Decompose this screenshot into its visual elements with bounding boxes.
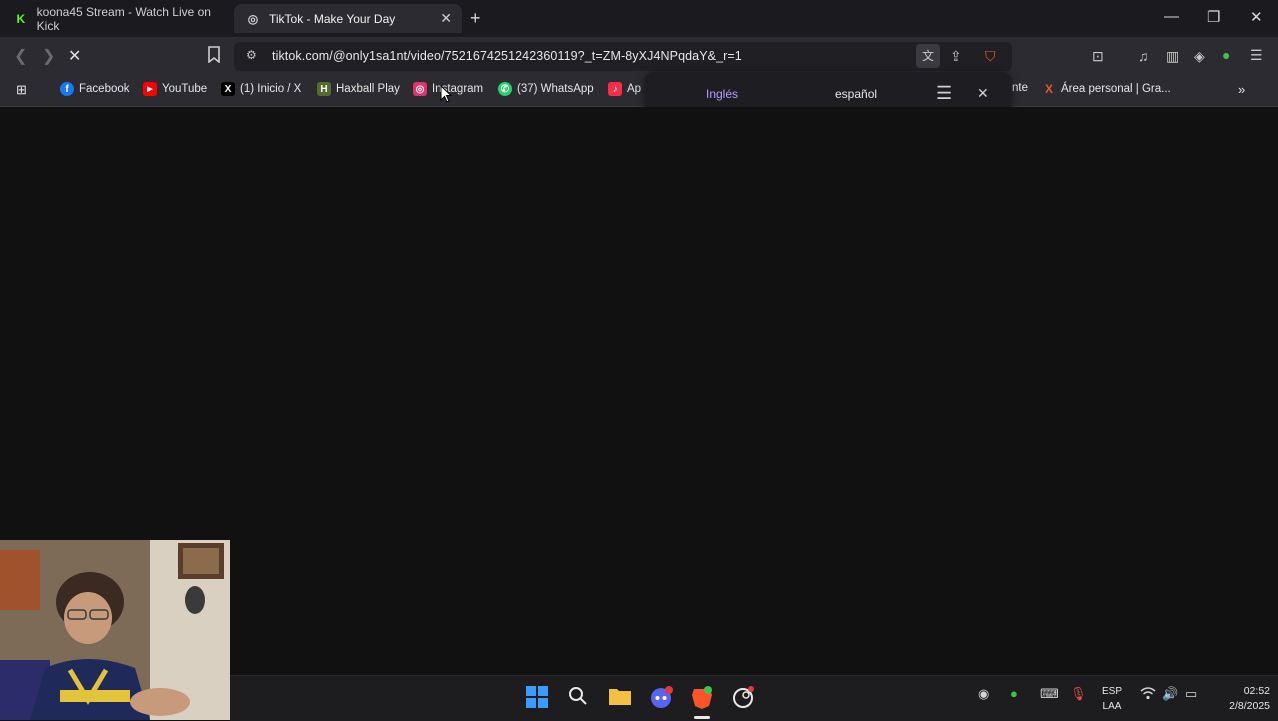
source-language-tab[interactable]: Inglés	[706, 87, 738, 101]
stop-loading-icon[interactable]: ✕	[68, 46, 81, 66]
address-bar[interactable]: ⚙ tiktok.com/@only1sa1nt/video/752167425…	[234, 42, 1012, 71]
bookmarks-bar: ⊞ f Facebook ▶ YouTube X (1) Inicio / X …	[0, 75, 1278, 107]
url-text[interactable]: tiktok.com/@only1sa1nt/video/75216742512…	[272, 49, 742, 63]
forward-icon[interactable]: ❯	[42, 46, 55, 66]
tab-bar: K koona45 Stream - Watch Live on Kick ◎ …	[0, 0, 1278, 37]
loading-icon: ◎	[247, 11, 259, 26]
tab-kick[interactable]: K koona45 Stream - Watch Live on Kick	[2, 4, 232, 33]
taskbar: ◉ ● ⌨ 🎙 ESP LAA 🔊 ▭ 02:52 2/8/2025	[230, 675, 1278, 721]
clock[interactable]: 02:52 2/8/2025	[1229, 684, 1270, 714]
file-explorer-icon[interactable]	[608, 686, 632, 711]
bookmark-label: YouTube	[162, 83, 208, 95]
bookmark-label: Área personal | Gra...	[1061, 83, 1171, 95]
bookmark-label: nte	[1012, 82, 1028, 94]
target-language-tab[interactable]: español	[835, 87, 877, 101]
close-window-icon[interactable]: ✕	[1250, 8, 1263, 26]
site-settings-icon[interactable]: ⚙	[246, 48, 257, 62]
tab-title: TikTok - Make Your Day	[269, 11, 396, 26]
bookmark-partial[interactable]: nte	[1012, 82, 1028, 94]
battery-icon[interactable]: ▭	[1185, 686, 1197, 702]
close-tab-icon[interactable]: ✕	[440, 10, 452, 27]
clock-time: 02:52	[1243, 685, 1270, 697]
x-icon: X	[221, 82, 235, 96]
facebook-icon: f	[60, 82, 74, 96]
share-icon[interactable]: ⇪	[950, 48, 962, 65]
bookmark-whatsapp[interactable]: ✆ (37) WhatsApp	[498, 82, 594, 96]
bookmark-x[interactable]: X (1) Inicio / X	[221, 82, 301, 96]
vpn-icon[interactable]: ◈	[1194, 48, 1205, 65]
clock-date: 2/8/2025	[1229, 700, 1270, 712]
bookmark-label: (37) WhatsApp	[517, 83, 594, 95]
windows-start-icon[interactable]	[526, 686, 548, 713]
input-language[interactable]: ESP LAA	[1102, 684, 1122, 714]
bookmark-icon[interactable]	[207, 46, 221, 67]
lang-code: ESP	[1102, 686, 1123, 697]
sidebar-icon[interactable]: ▥	[1166, 48, 1179, 65]
haxball-icon: H	[317, 82, 331, 96]
wifi-icon[interactable]	[1140, 686, 1156, 703]
kick-icon: K	[16, 11, 26, 26]
webcam-overlay	[0, 540, 230, 720]
whatsapp-icon: ✆	[498, 82, 512, 96]
tab-title: koona45 Stream - Watch Live on Kick	[36, 4, 211, 33]
microphone-icon[interactable]: 🎙	[1070, 686, 1087, 702]
media-icon[interactable]: ♫	[1138, 48, 1149, 64]
more-bookmarks-icon[interactable]: »	[1238, 82, 1245, 97]
new-tab-button[interactable]: +	[470, 8, 481, 29]
brave-browser-icon[interactable]	[691, 686, 713, 715]
apps-icon[interactable]: ⊞	[16, 82, 27, 98]
wallet-icon[interactable]: ●	[1222, 47, 1230, 63]
keyboard-icon[interactable]: ⌨	[1040, 686, 1059, 702]
bookmark-area-personal[interactable]: X Área personal | Gra...	[1042, 82, 1171, 96]
status-icon[interactable]: ●	[1010, 686, 1018, 701]
toolbar: ❮ ❯ ✕ ⚙ tiktok.com/@only1sa1nt/video/752…	[0, 37, 1278, 75]
tab-tiktok[interactable]: ◎ TikTok - Make Your Day ✕	[234, 4, 462, 33]
brave-shield-icon[interactable]: ⛉	[985, 48, 996, 65]
mouse-cursor-icon	[440, 84, 453, 108]
discord-icon[interactable]	[650, 686, 674, 713]
bookmark-youtube[interactable]: ▶ YouTube	[143, 82, 207, 96]
lang-layout: LAA	[1102, 701, 1122, 712]
volume-icon[interactable]: 🔊	[1162, 686, 1178, 702]
active-app-indicator	[694, 716, 710, 719]
recording-icon[interactable]: ◉	[978, 686, 989, 702]
translate-menu-icon[interactable]: ☰	[936, 83, 952, 104]
screenshot-icon[interactable]: ⊡	[1092, 48, 1104, 65]
close-translate-icon[interactable]: ✕	[977, 85, 989, 102]
bookmark-label: Haxball Play	[336, 83, 400, 95]
bookmark-facebook[interactable]: f Facebook	[60, 82, 130, 96]
bookmark-label: Ap	[627, 83, 642, 95]
back-icon[interactable]: ❮	[14, 46, 27, 66]
minimize-icon[interactable]: —	[1164, 8, 1179, 25]
translate-icon[interactable]: 文	[916, 44, 940, 68]
instagram-icon: ◎	[413, 82, 427, 96]
area-personal-icon: X	[1044, 82, 1053, 96]
steam-icon[interactable]	[732, 686, 754, 713]
bookmark-label: (1) Inicio / X	[240, 83, 302, 95]
apple-music-icon: ♪	[608, 82, 622, 96]
youtube-icon: ▶	[143, 82, 157, 96]
bookmark-haxball[interactable]: H Haxball Play	[317, 82, 400, 96]
menu-icon[interactable]: ☰	[1250, 47, 1263, 64]
restore-icon[interactable]: ❐	[1207, 8, 1220, 26]
bookmark-apple-music[interactable]: ♪ Ap	[608, 82, 641, 96]
bookmark-label: Facebook	[79, 83, 130, 95]
search-icon[interactable]	[568, 686, 588, 711]
